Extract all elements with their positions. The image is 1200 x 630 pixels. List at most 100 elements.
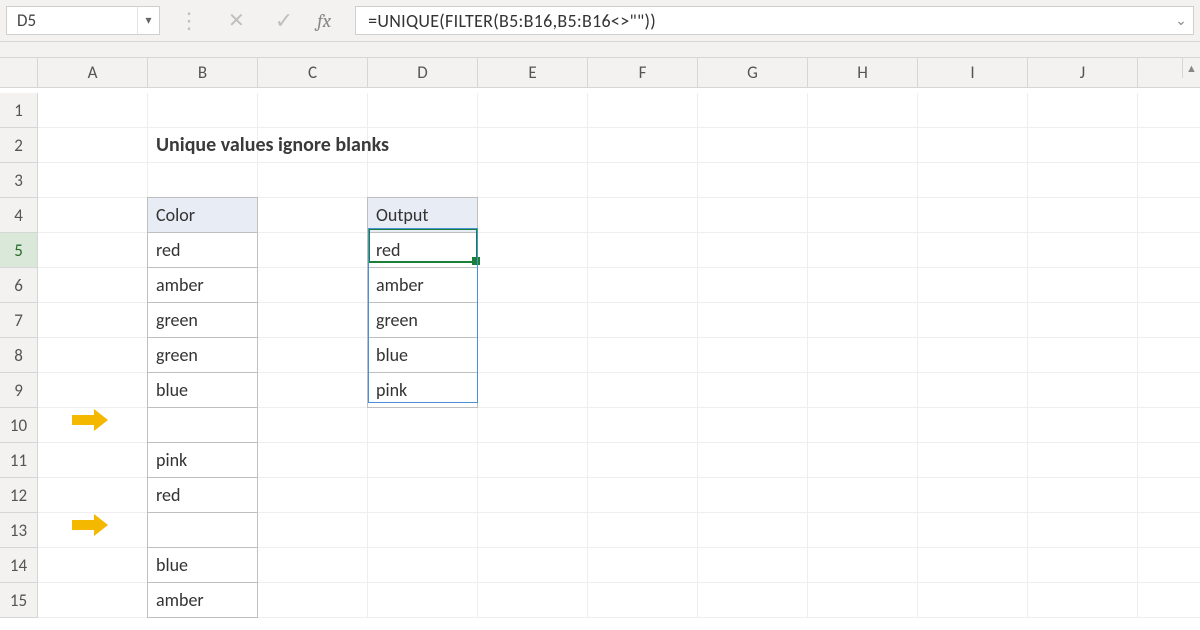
- cell-H10[interactable]: [808, 408, 918, 443]
- column-header-B[interactable]: B: [148, 58, 258, 88]
- cell-K12[interactable]: [1138, 478, 1200, 513]
- cell-A7[interactable]: [38, 303, 148, 338]
- cell-A11[interactable]: [38, 443, 148, 478]
- cell-G8[interactable]: [698, 338, 808, 373]
- cell-G15[interactable]: [698, 583, 808, 618]
- cell-A8[interactable]: [38, 338, 148, 373]
- cell-E4[interactable]: [478, 198, 588, 233]
- cell-F4[interactable]: [588, 198, 698, 233]
- cell-G11[interactable]: [698, 443, 808, 478]
- cell-K10[interactable]: [1138, 408, 1200, 443]
- cell-F3[interactable]: [588, 163, 698, 198]
- cell-C12[interactable]: [258, 478, 368, 513]
- cell-J6[interactable]: [1028, 268, 1138, 303]
- cell-K1[interactable]: [1138, 93, 1200, 128]
- column-header-I[interactable]: I: [918, 58, 1028, 88]
- cell-B6[interactable]: amber: [147, 267, 258, 303]
- cell-H1[interactable]: [808, 93, 918, 128]
- row-header-3[interactable]: 3: [0, 163, 38, 198]
- cell-G1[interactable]: [698, 93, 808, 128]
- cell-H6[interactable]: [808, 268, 918, 303]
- formula-input[interactable]: =UNIQUE(FILTER(B5:B16,B5:B16<>"")) ⌄: [355, 6, 1194, 35]
- cell-H4[interactable]: [808, 198, 918, 233]
- cell-F2[interactable]: [588, 128, 698, 163]
- cell-D1[interactable]: [368, 93, 478, 128]
- cell-J5[interactable]: [1028, 233, 1138, 268]
- cell-E1[interactable]: [478, 93, 588, 128]
- cell-E7[interactable]: [478, 303, 588, 338]
- cell-H7[interactable]: [808, 303, 918, 338]
- cell-J1[interactable]: [1028, 93, 1138, 128]
- formula-expand-icon[interactable]: ⌄: [1169, 12, 1193, 29]
- cell-B5[interactable]: red: [147, 232, 258, 268]
- cell-H3[interactable]: [808, 163, 918, 198]
- cell-B10[interactable]: [147, 407, 258, 443]
- column-header-J[interactable]: J: [1028, 58, 1138, 88]
- row-header-6[interactable]: 6: [0, 268, 38, 303]
- cell-G14[interactable]: [698, 548, 808, 583]
- cell-E11[interactable]: [478, 443, 588, 478]
- cell-D10[interactable]: [368, 408, 478, 443]
- cell-A15[interactable]: [38, 583, 148, 618]
- cell-K3[interactable]: [1138, 163, 1200, 198]
- cell-E5[interactable]: [478, 233, 588, 268]
- cell-G6[interactable]: [698, 268, 808, 303]
- cell-K4[interactable]: [1138, 198, 1200, 233]
- cell-G5[interactable]: [698, 233, 808, 268]
- cell-K5[interactable]: [1138, 233, 1200, 268]
- row-header-15[interactable]: 15: [0, 583, 38, 618]
- row-header-9[interactable]: 9: [0, 373, 38, 408]
- cell-G10[interactable]: [698, 408, 808, 443]
- cell-B11[interactable]: pink: [147, 442, 258, 478]
- cell-I7[interactable]: [918, 303, 1028, 338]
- cell-I2[interactable]: [918, 128, 1028, 163]
- cell-E14[interactable]: [478, 548, 588, 583]
- cell-K7[interactable]: [1138, 303, 1200, 338]
- cell-J8[interactable]: [1028, 338, 1138, 373]
- cell-I4[interactable]: [918, 198, 1028, 233]
- cell-C9[interactable]: [258, 373, 368, 408]
- row-header-1[interactable]: 1: [0, 93, 38, 128]
- cell-B15[interactable]: amber: [147, 582, 258, 618]
- name-box-dropdown-icon[interactable]: ▾: [137, 7, 159, 34]
- cell-H12[interactable]: [808, 478, 918, 513]
- row-header-10[interactable]: 10: [0, 408, 38, 443]
- cell-E2[interactable]: [478, 128, 588, 163]
- cell-E15[interactable]: [478, 583, 588, 618]
- cell-J13[interactable]: [1028, 513, 1138, 548]
- cell-G13[interactable]: [698, 513, 808, 548]
- cell-H2[interactable]: [808, 128, 918, 163]
- cell-I10[interactable]: [918, 408, 1028, 443]
- cell-G12[interactable]: [698, 478, 808, 513]
- cell-D3[interactable]: [368, 163, 478, 198]
- cell-A12[interactable]: [38, 478, 148, 513]
- cell-E6[interactable]: [478, 268, 588, 303]
- cell-D5[interactable]: red: [367, 232, 478, 268]
- cell-J11[interactable]: [1028, 443, 1138, 478]
- cell-E8[interactable]: [478, 338, 588, 373]
- cell-I13[interactable]: [918, 513, 1028, 548]
- cell-D12[interactable]: [368, 478, 478, 513]
- cell-F15[interactable]: [588, 583, 698, 618]
- fx-label[interactable]: fx: [307, 0, 355, 41]
- cell-E9[interactable]: [478, 373, 588, 408]
- cell-H11[interactable]: [808, 443, 918, 478]
- cell-I3[interactable]: [918, 163, 1028, 198]
- cell-F10[interactable]: [588, 408, 698, 443]
- column-header-D[interactable]: D: [368, 58, 478, 88]
- cell-J10[interactable]: [1028, 408, 1138, 443]
- cell-J9[interactable]: [1028, 373, 1138, 408]
- cell-A9[interactable]: [38, 373, 148, 408]
- cell-F13[interactable]: [588, 513, 698, 548]
- cell-B7[interactable]: green: [147, 302, 258, 338]
- cell-J14[interactable]: [1028, 548, 1138, 583]
- cell-B8[interactable]: green: [147, 337, 258, 373]
- cell-I12[interactable]: [918, 478, 1028, 513]
- column-header-C[interactable]: C: [258, 58, 368, 88]
- enter-formula-button[interactable]: ✓: [275, 7, 293, 34]
- cell-D8[interactable]: blue: [367, 337, 478, 373]
- cell-C6[interactable]: [258, 268, 368, 303]
- cell-D9[interactable]: pink: [367, 372, 478, 408]
- cell-C13[interactable]: [258, 513, 368, 548]
- cell-F1[interactable]: [588, 93, 698, 128]
